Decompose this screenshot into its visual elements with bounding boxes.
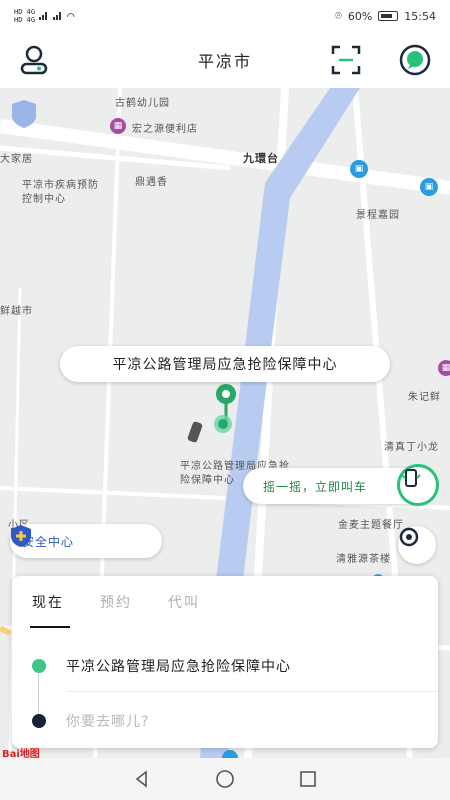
row-divider [66,691,438,692]
map-label-cdc: 平凉市疾病预防控制中心 [22,180,99,205]
location-icon: ⌾ [335,9,342,22]
origin-row[interactable]: 平凉公路管理局应急抢险保障中心 [32,656,291,676]
origin-callout[interactable]: 平凉公路管理局应急抢险保障中心 [60,346,390,382]
network-bottom-label: HD 4G [14,16,36,24]
scan-icon [331,45,361,75]
baidu-map-logo: Bai地图 [2,749,40,760]
tab-call-for-others[interactable]: 代叫 [168,592,200,624]
destination-row[interactable]: 你要去哪儿? [32,711,149,731]
hand-phone-icon [401,469,421,487]
poi-icon: ▦ [438,360,450,376]
tab-reserve[interactable]: 预约 [100,592,132,624]
map-label-jingcheng: 景程嘉园 [356,210,400,221]
bus-stop-icon: ▣ [350,160,368,178]
recents-icon[interactable] [298,769,318,789]
user-icon [20,45,48,75]
signal-icon-2 [53,12,63,20]
status-right: ⌾ 60% 15:54 [335,9,436,23]
map-label-zhuji: 朱记鲜 [408,392,441,403]
signal-icon [39,12,49,20]
map-label-dajiaju: 大家居 [0,154,33,165]
app-header: 平凉市 [0,32,450,88]
network-top-label: HD 4G [14,8,36,16]
shake-hint-text: 摇一摇，立即叫车 [263,479,368,494]
origin-dot-icon [32,659,46,673]
map-label-qingya: 清雅源茶楼 [336,554,391,565]
safety-center-button[interactable]: 安全中心 [10,524,162,558]
shake-to-call-button[interactable]: 摇一摇，立即叫车 [243,464,439,506]
battery-icon [378,11,399,21]
locate-me-button[interactable] [398,526,436,564]
destination-input[interactable]: 你要去哪儿? [66,711,149,731]
chat-icon [399,44,431,76]
map-label-jiuhuantai: 九環台 [243,152,279,165]
trip-tabs: 现在 预约 代叫 [12,576,438,628]
system-nav-bar [0,758,450,800]
tab-now[interactable]: 现在 [30,592,70,628]
map-label-kindergarten: 古鹤幼儿园 [115,98,170,109]
bus-stop-icon-2: ▣ [420,178,438,196]
profile-button[interactable] [16,42,52,78]
shop-icon: ▦ [110,118,126,134]
map-label-city: 鲜越市 [0,306,33,317]
map-label-dingyuanxiang: 鼎遇香 [135,177,168,188]
scan-button[interactable] [328,42,364,78]
map-label-jinmai: 金麦主题餐厅 [338,520,404,531]
shake-icon-button[interactable] [397,464,439,506]
battery-percent: 60% [347,9,373,23]
shield-icon [11,525,31,547]
origin-text: 平凉公路管理局应急抢险保障中心 [66,659,291,675]
route-connector [38,674,39,714]
back-icon[interactable] [132,769,152,789]
destination-dot-icon [32,714,46,728]
trip-card: 现在 预约 代叫 平凉公路管理局应急抢险保障中心 你要去哪儿? [12,576,438,748]
signal-indicators: HD 4G HD 4G ◠ [14,8,74,24]
message-button[interactable] [397,42,433,78]
map-label-qingjing: 清真丁小龙 [384,442,439,453]
map-label-store: 宏之源便利店 [132,124,198,135]
status-bar: HD 4G HD 4G ◠ ⌾ 60% 15:54 [0,0,450,32]
wifi-icon: ◠ [67,9,75,23]
home-icon[interactable] [215,769,235,789]
city-title[interactable]: 平凉市 [198,48,252,72]
target-icon [399,527,419,547]
clock: 15:54 [404,9,436,23]
